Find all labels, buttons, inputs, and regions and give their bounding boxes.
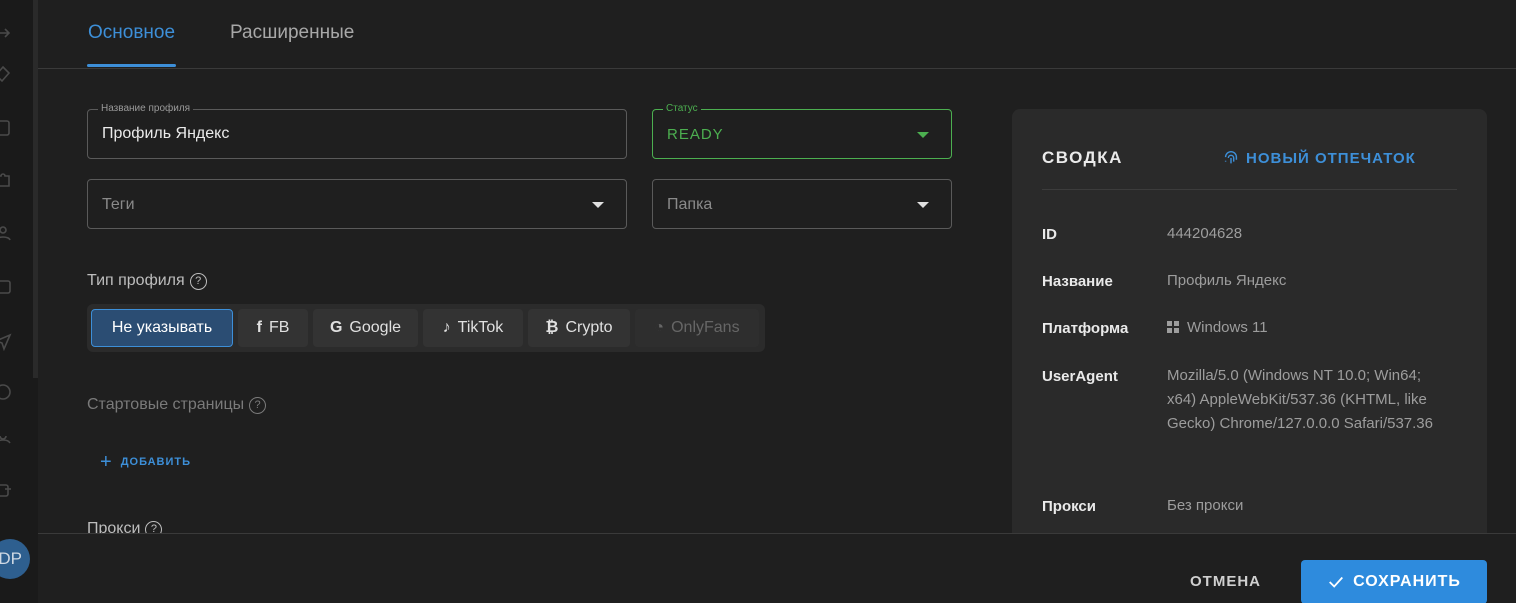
left-nav-rail: DP xyxy=(0,0,38,603)
plus-icon: + xyxy=(100,451,113,473)
profile-type-none-label: Не указывать xyxy=(111,319,213,336)
check-icon xyxy=(1329,576,1344,588)
tab-bar: Основное Расширенные xyxy=(38,0,1516,69)
export-icon[interactable] xyxy=(0,479,14,501)
avatar[interactable]: DP xyxy=(0,539,30,579)
start-pages-label-text: Стартовые страницы xyxy=(87,396,245,413)
profile-name-value: Профиль Яндекс xyxy=(102,125,230,142)
help-icon[interactable] xyxy=(0,381,14,403)
summary-divider xyxy=(1042,189,1457,190)
profile-type-label-text: Тип профиля xyxy=(87,272,185,289)
facebook-icon: f xyxy=(256,319,262,336)
add-start-page-label: ДОБАВИТЬ xyxy=(120,456,191,468)
summary-value-proxy: Без прокси xyxy=(1167,497,1244,514)
profile-type-crypto-label: Crypto xyxy=(565,319,613,336)
summary-key-id: ID xyxy=(1042,226,1057,243)
profile-type-onlyfans: ◔ OnlyFans xyxy=(635,309,759,347)
windows-icon xyxy=(1167,321,1179,333)
summary-key-proxy: Прокси xyxy=(1042,498,1096,515)
summary-value-name: Профиль Яндекс xyxy=(1167,272,1287,289)
help-icon[interactable]: ? xyxy=(189,272,207,290)
tags-select[interactable]: Теги xyxy=(87,179,627,229)
profile-type-label: Тип профиля ? xyxy=(87,272,207,290)
dialog-footer: ОТМЕНА СОХРАНИТЬ xyxy=(38,533,1516,603)
chevron-down-icon xyxy=(917,202,929,208)
profile-type-google-label: Google xyxy=(349,319,402,336)
onlyfans-icon: ◔ xyxy=(654,319,665,336)
help-icon[interactable]: ? xyxy=(249,396,267,414)
profile-type-google[interactable]: G Google xyxy=(313,309,418,347)
tab-main[interactable]: Основное xyxy=(86,22,177,67)
summary-title: СВОДКА xyxy=(1042,148,1123,167)
profile-type-crypto[interactable]: ₿ Crypto xyxy=(528,309,630,347)
status-label: Статус xyxy=(663,103,701,115)
save-button[interactable]: СОХРАНИТЬ xyxy=(1301,560,1487,603)
profile-type-fb-label: FB xyxy=(268,319,290,336)
profile-type-tiktok-label: TikTok xyxy=(457,319,504,336)
bitcoin-icon: ₿ xyxy=(545,319,559,336)
cancel-button[interactable]: ОТМЕНА xyxy=(1190,573,1261,590)
summary-value-id: 444204628 xyxy=(1167,225,1243,242)
new-fingerprint-label: НОВЫЙ ОТПЕЧАТОК xyxy=(1246,149,1416,167)
profile-type-onlyfans-label: OnlyFans xyxy=(671,319,740,336)
tags-placeholder: Теги xyxy=(102,196,135,213)
tab-advanced[interactable]: Расширенные xyxy=(230,22,354,44)
profile-name-label: Название профиля xyxy=(98,103,194,115)
summary-key-name: Название xyxy=(1042,273,1113,290)
puzzle-icon[interactable] xyxy=(0,169,14,191)
summary-value-platform: Windows 11 xyxy=(1167,316,1457,340)
chevron-down-icon xyxy=(592,202,604,208)
profile-type-fb[interactable]: f FB xyxy=(238,309,308,347)
profile-type-tiktok[interactable]: ♪ TikTok xyxy=(423,309,523,347)
summary-key-platform: Платформа xyxy=(1042,320,1129,337)
start-pages-label: Стартовые страницы ? xyxy=(87,396,267,414)
profile-type-selector: Не указывать f FB G Google ♪ TikTok ₿ Cr… xyxy=(87,304,765,352)
send-icon[interactable] xyxy=(0,330,14,352)
rocket-icon[interactable] xyxy=(0,63,14,85)
tiktok-icon: ♪ xyxy=(442,319,451,336)
google-icon: G xyxy=(329,319,343,336)
platform-text: Windows 11 xyxy=(1187,319,1268,336)
summary-key-useragent: UserAgent xyxy=(1042,368,1118,385)
profile-name-field[interactable]: Название профиля Профиль Яндекс xyxy=(87,103,627,159)
profile-type-none[interactable]: Не указывать xyxy=(91,309,233,347)
folder-select[interactable]: Папка xyxy=(652,179,952,229)
chevron-down-icon xyxy=(917,132,929,138)
add-start-page-button[interactable]: + ДОБАВИТЬ xyxy=(100,452,191,472)
api-icon[interactable] xyxy=(0,276,14,298)
logout-icon[interactable] xyxy=(0,22,14,44)
fingerprint-icon xyxy=(1224,151,1238,164)
status-value: READY xyxy=(667,126,724,143)
summary-panel: СВОДКА НОВЫЙ ОТПЕЧАТОК ID 444204628 Назв… xyxy=(1012,109,1487,539)
users-icon[interactable] xyxy=(0,222,14,244)
summary-value-useragent: Mozilla/5.0 (Windows NT 10.0; Win64; x64… xyxy=(1167,367,1433,432)
new-fingerprint-button[interactable]: НОВЫЙ ОТПЕЧАТОК xyxy=(1222,149,1416,167)
document-icon[interactable] xyxy=(0,117,14,139)
save-button-label: СОХРАНИТЬ xyxy=(1353,573,1461,590)
team-icon[interactable] xyxy=(0,427,14,449)
status-select[interactable]: Статус READY xyxy=(652,103,952,159)
folder-placeholder: Папка xyxy=(667,196,713,213)
